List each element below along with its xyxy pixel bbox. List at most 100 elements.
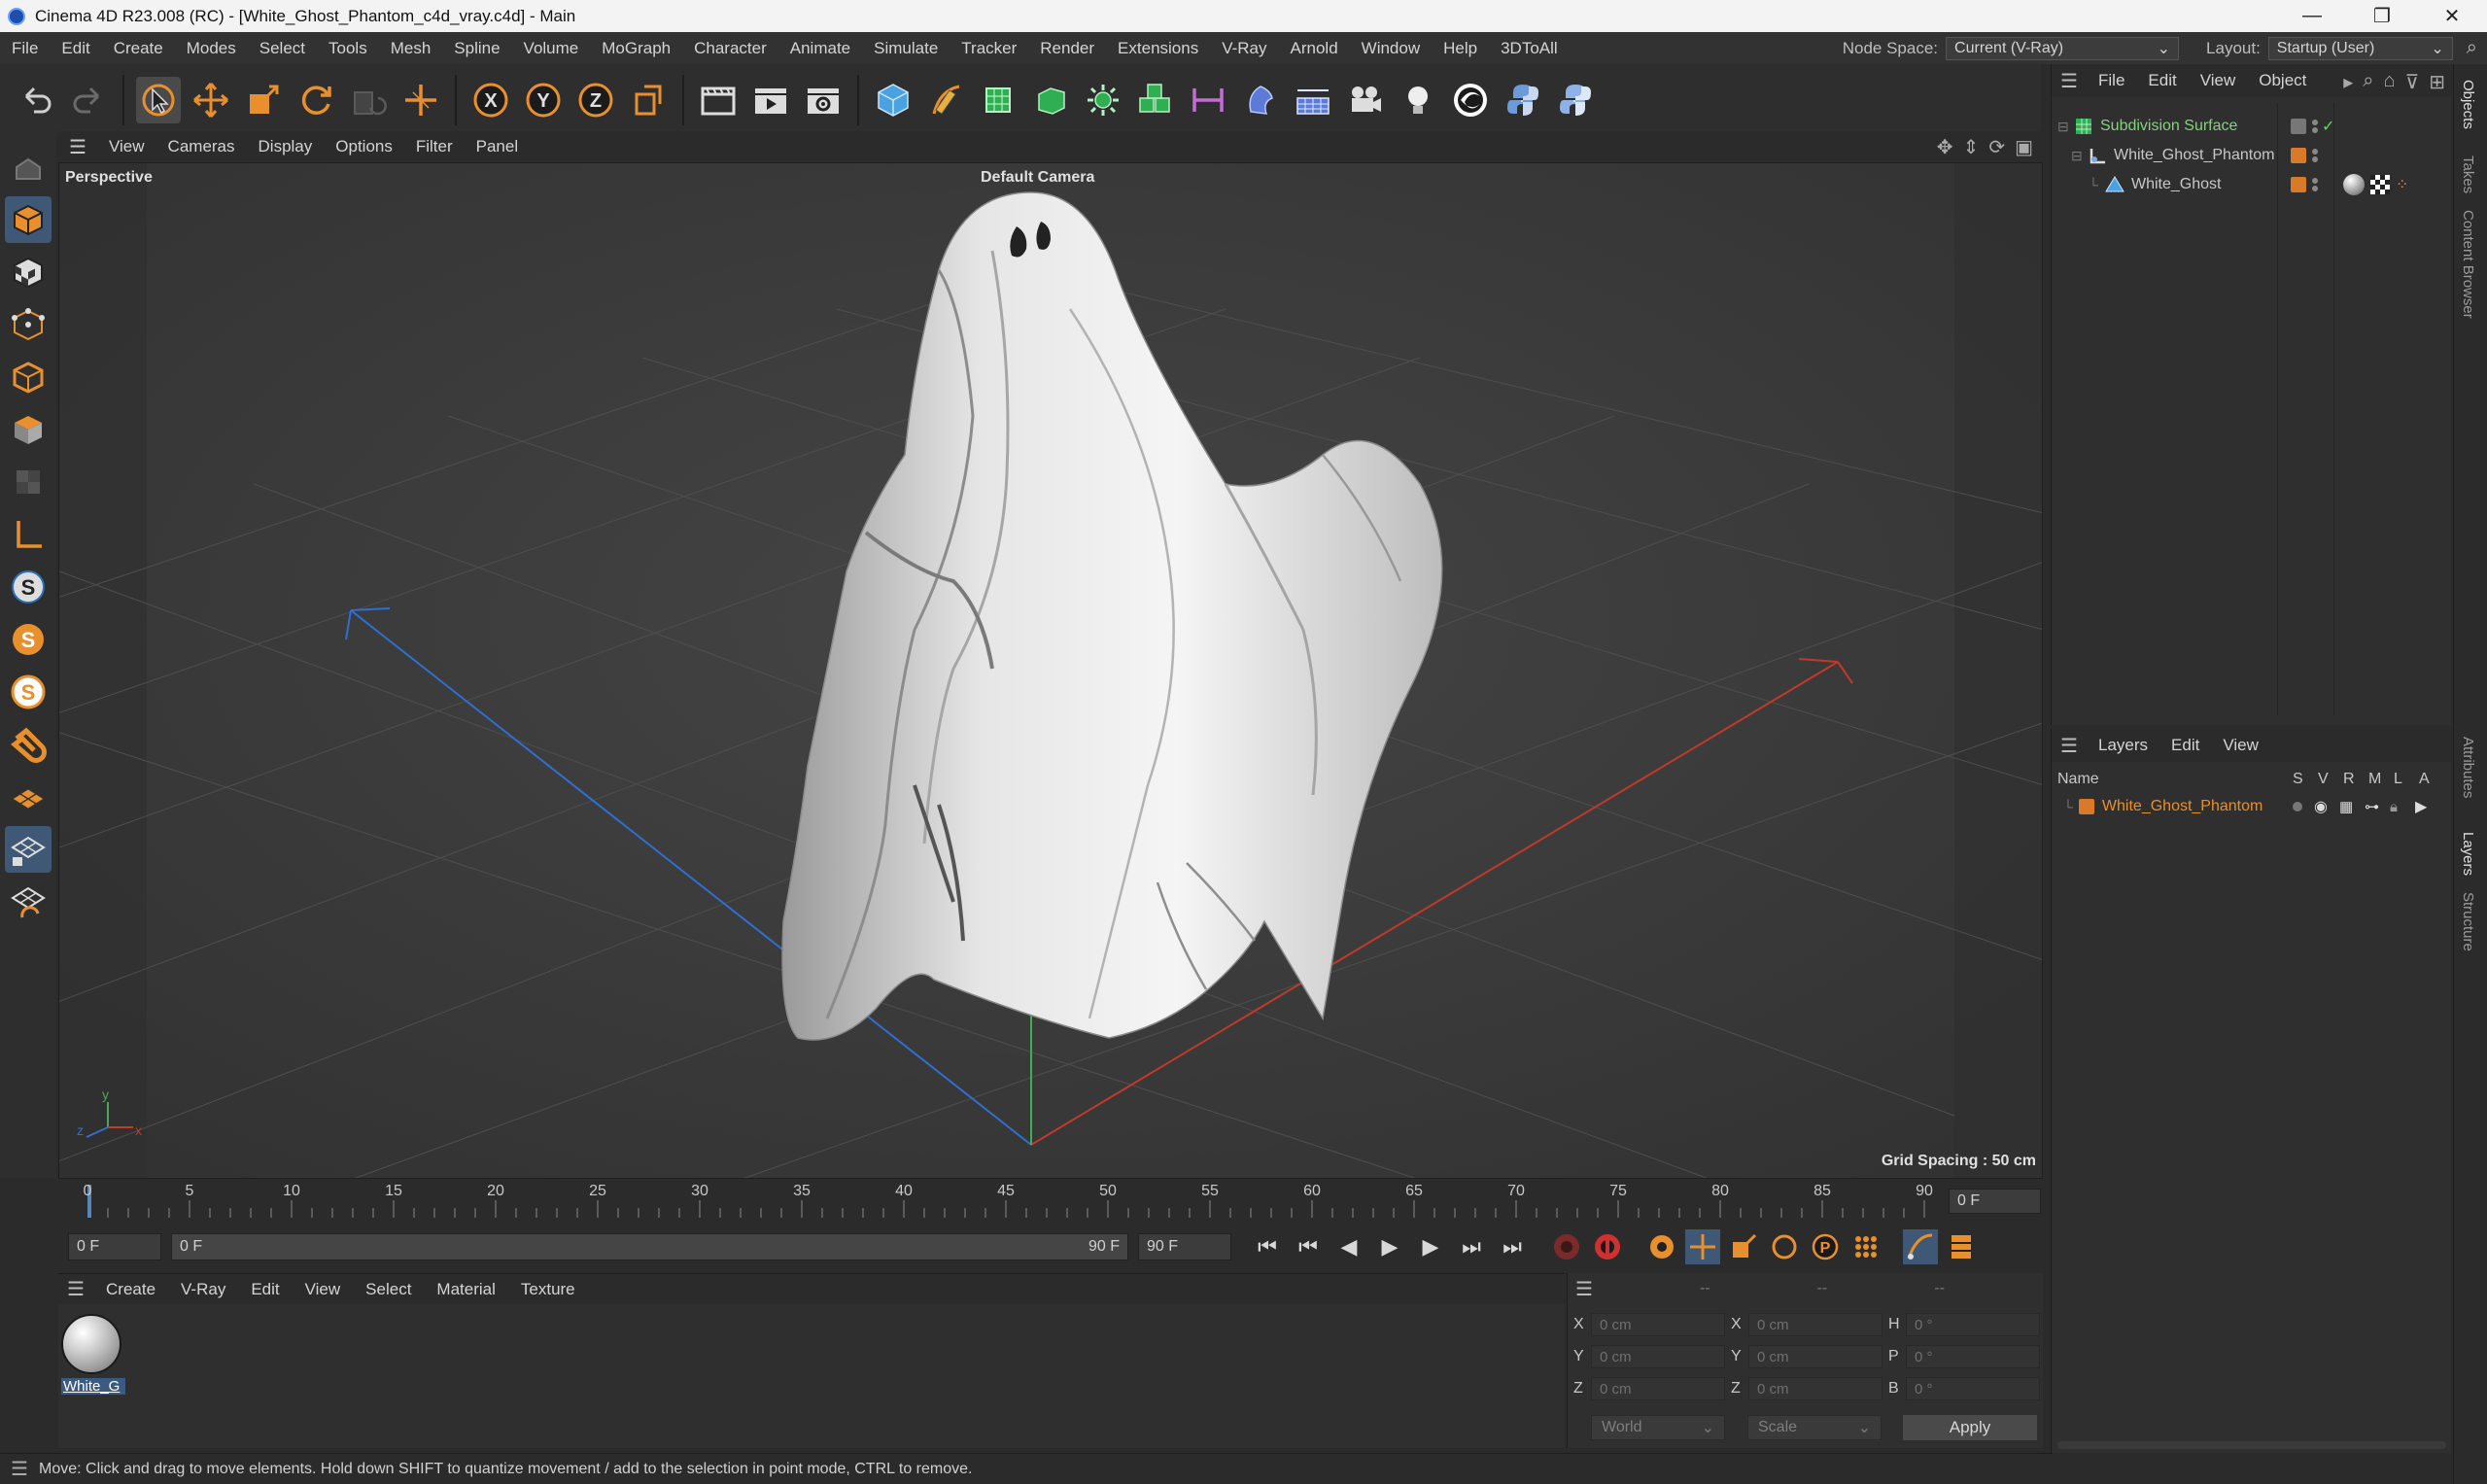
material-menu-material[interactable]: Material	[424, 1280, 507, 1299]
object-menu-view[interactable]: View	[2189, 71, 2248, 90]
end-frame-field[interactable]: 90 F	[1138, 1233, 1231, 1260]
menu-animate[interactable]: Animate	[778, 39, 862, 58]
model-mode-button[interactable]	[5, 196, 52, 243]
pan-view-icon[interactable]: ✥	[1937, 135, 1953, 159]
menu-simulate[interactable]: Simulate	[862, 39, 950, 58]
select-tool-button[interactable]	[136, 76, 181, 123]
material-menu-create[interactable]: Create	[93, 1280, 168, 1299]
menu-arnold[interactable]: Arnold	[1279, 39, 1350, 58]
move-tool-button[interactable]	[189, 77, 233, 123]
render-picture-viewer-button[interactable]	[748, 77, 793, 123]
symmetry-button[interactable]	[1186, 77, 1230, 123]
animation-play-icon[interactable]: ▶	[2415, 797, 2427, 816]
camera-button[interactable]	[1343, 77, 1388, 123]
menu-modes[interactable]: Modes	[175, 39, 248, 58]
viewport-menu-panel[interactable]: Panel	[465, 137, 530, 156]
snap-quantize-button[interactable]: S	[5, 669, 52, 715]
3d-viewport[interactable]: y x z Perspective Default Camera Grid Sp…	[58, 162, 2043, 1179]
texture-tag-icon[interactable]	[2370, 175, 2390, 194]
viewport-menu-filter[interactable]: Filter	[404, 137, 465, 156]
z-axis-button[interactable]: Z	[573, 77, 618, 123]
render-settings-button[interactable]	[801, 77, 846, 123]
cube-object-button[interactable]	[871, 77, 915, 123]
node-space-dropdown[interactable]: Current (V-Ray) ⌄	[1946, 36, 2180, 60]
hamburger-menu-icon[interactable]: ☰	[58, 1277, 93, 1301]
tab-attributes[interactable]: Attributes	[2460, 737, 2476, 798]
position-y-field[interactable]: 0 cm	[1591, 1345, 1725, 1368]
uv-mode-button[interactable]	[5, 459, 52, 505]
boole-button[interactable]	[1133, 77, 1178, 123]
layer-menu-edit[interactable]: Edit	[2159, 736, 2211, 755]
menu-spline[interactable]: Spline	[442, 39, 511, 58]
interpolation-button[interactable]	[1903, 1229, 1938, 1264]
current-frame-field[interactable]: 0 F	[1949, 1189, 2041, 1214]
viewport-menu-cameras[interactable]: Cameras	[156, 137, 247, 156]
vray-tag-icon[interactable]: ⁘	[2396, 175, 2408, 194]
viewport-menu-display[interactable]: Display	[247, 137, 325, 156]
recent-tool-button[interactable]	[346, 77, 391, 123]
prev-frame-button[interactable]: ◀	[1331, 1229, 1366, 1264]
viewport-menu-view[interactable]: View	[97, 137, 156, 156]
hamburger-menu-icon[interactable]: ☰	[2052, 734, 2087, 758]
key-scale-button[interactable]	[1726, 1229, 1761, 1264]
material-menu-select[interactable]: Select	[353, 1280, 424, 1299]
object-row-subdivision-surface[interactable]: ⊟ Subdivision Surface ✓	[2052, 113, 2452, 140]
maximize-button[interactable]: ❐	[2347, 0, 2417, 32]
workplane-lock-button[interactable]	[5, 826, 52, 873]
new-window-icon[interactable]: ⊞	[2429, 70, 2445, 94]
tab-layers[interactable]: Layers	[2460, 832, 2476, 876]
vray-button[interactable]	[1448, 77, 1493, 123]
live-select-button[interactable]	[398, 77, 443, 123]
object-row-white-ghost-phantom[interactable]: ⊟ White_Ghost_Phantom	[2052, 142, 2452, 169]
hamburger-menu-icon[interactable]: ☰	[0, 1457, 39, 1481]
key-rotation-button[interactable]	[1767, 1229, 1802, 1264]
undo-button[interactable]	[14, 77, 58, 123]
edges-mode-button[interactable]	[5, 354, 52, 400]
orbit-view-icon[interactable]: ⟳	[1988, 135, 2005, 159]
menu-mesh[interactable]: Mesh	[379, 39, 443, 58]
x-axis-button[interactable]: X	[468, 77, 513, 123]
timeline-ruler[interactable]: 0 5 10 15 20 25 30 35 40 45 50 55 60 65 70 75 80 85 90 0 F	[58, 1179, 2043, 1220]
layout-dropdown[interactable]: Startup (User) ⌄	[2267, 36, 2453, 60]
menu-volume[interactable]: Volume	[512, 39, 591, 58]
menu-create[interactable]: Create	[102, 39, 175, 58]
object-menu-object[interactable]: Object	[2247, 71, 2318, 90]
lock-icon[interactable]: 🔒︎	[2390, 799, 2398, 815]
menu-extensions[interactable]: Extensions	[1106, 39, 1210, 58]
visibility-dots[interactable]	[2312, 120, 2318, 133]
visible-eye-icon[interactable]: ◉	[2314, 797, 2328, 816]
menu-tracker[interactable]: Tracker	[950, 39, 1028, 58]
tab-structure[interactable]: Structure	[2460, 892, 2476, 951]
size-y-field[interactable]: 0 cm	[1748, 1345, 1883, 1368]
axis-mode-button[interactable]	[5, 511, 52, 558]
extrude-button[interactable]	[1028, 77, 1073, 123]
menu-tools[interactable]: Tools	[317, 39, 379, 58]
visibility-dots[interactable]	[2312, 178, 2318, 191]
subdivision-surface-button[interactable]	[976, 77, 1020, 123]
tab-objects[interactable]: Objects	[2460, 80, 2476, 129]
menu-file[interactable]: File	[0, 39, 50, 58]
search-icon[interactable]: ⌕	[2467, 37, 2477, 59]
material-tag-icon[interactable]	[2343, 174, 2365, 195]
cloner-button[interactable]	[1081, 77, 1125, 123]
render-view-button[interactable]	[696, 77, 741, 123]
menu-mograph[interactable]: MoGraph	[590, 39, 682, 58]
key-selection-button[interactable]	[1644, 1229, 1679, 1264]
layer-menu-layers[interactable]: Layers	[2087, 736, 2159, 755]
toggle-panel-icon[interactable]: ▣	[2015, 135, 2033, 159]
hamburger-menu-icon[interactable]: ☰	[1575, 1277, 1593, 1301]
manager-tree-icon[interactable]: ⊶	[2365, 798, 2379, 815]
floor-button[interactable]	[1291, 77, 1335, 123]
pen-tool-button[interactable]	[923, 77, 968, 123]
goto-end-button[interactable]: ⏭	[1495, 1229, 1530, 1264]
apply-button[interactable]: Apply	[1903, 1415, 2037, 1440]
size-x-field[interactable]: 0 cm	[1748, 1313, 1883, 1336]
start-frame-field[interactable]: 0 F	[68, 1233, 161, 1260]
python-button[interactable]	[1501, 77, 1545, 123]
object-menu-edit[interactable]: Edit	[2136, 71, 2188, 90]
visibility-dots[interactable]	[2312, 149, 2318, 162]
timeline-window-button[interactable]	[1944, 1229, 1979, 1264]
position-z-field[interactable]: 0 cm	[1591, 1377, 1725, 1400]
make-editable-button[interactable]	[5, 144, 52, 190]
material-swatch[interactable]: White_G	[61, 1314, 125, 1395]
